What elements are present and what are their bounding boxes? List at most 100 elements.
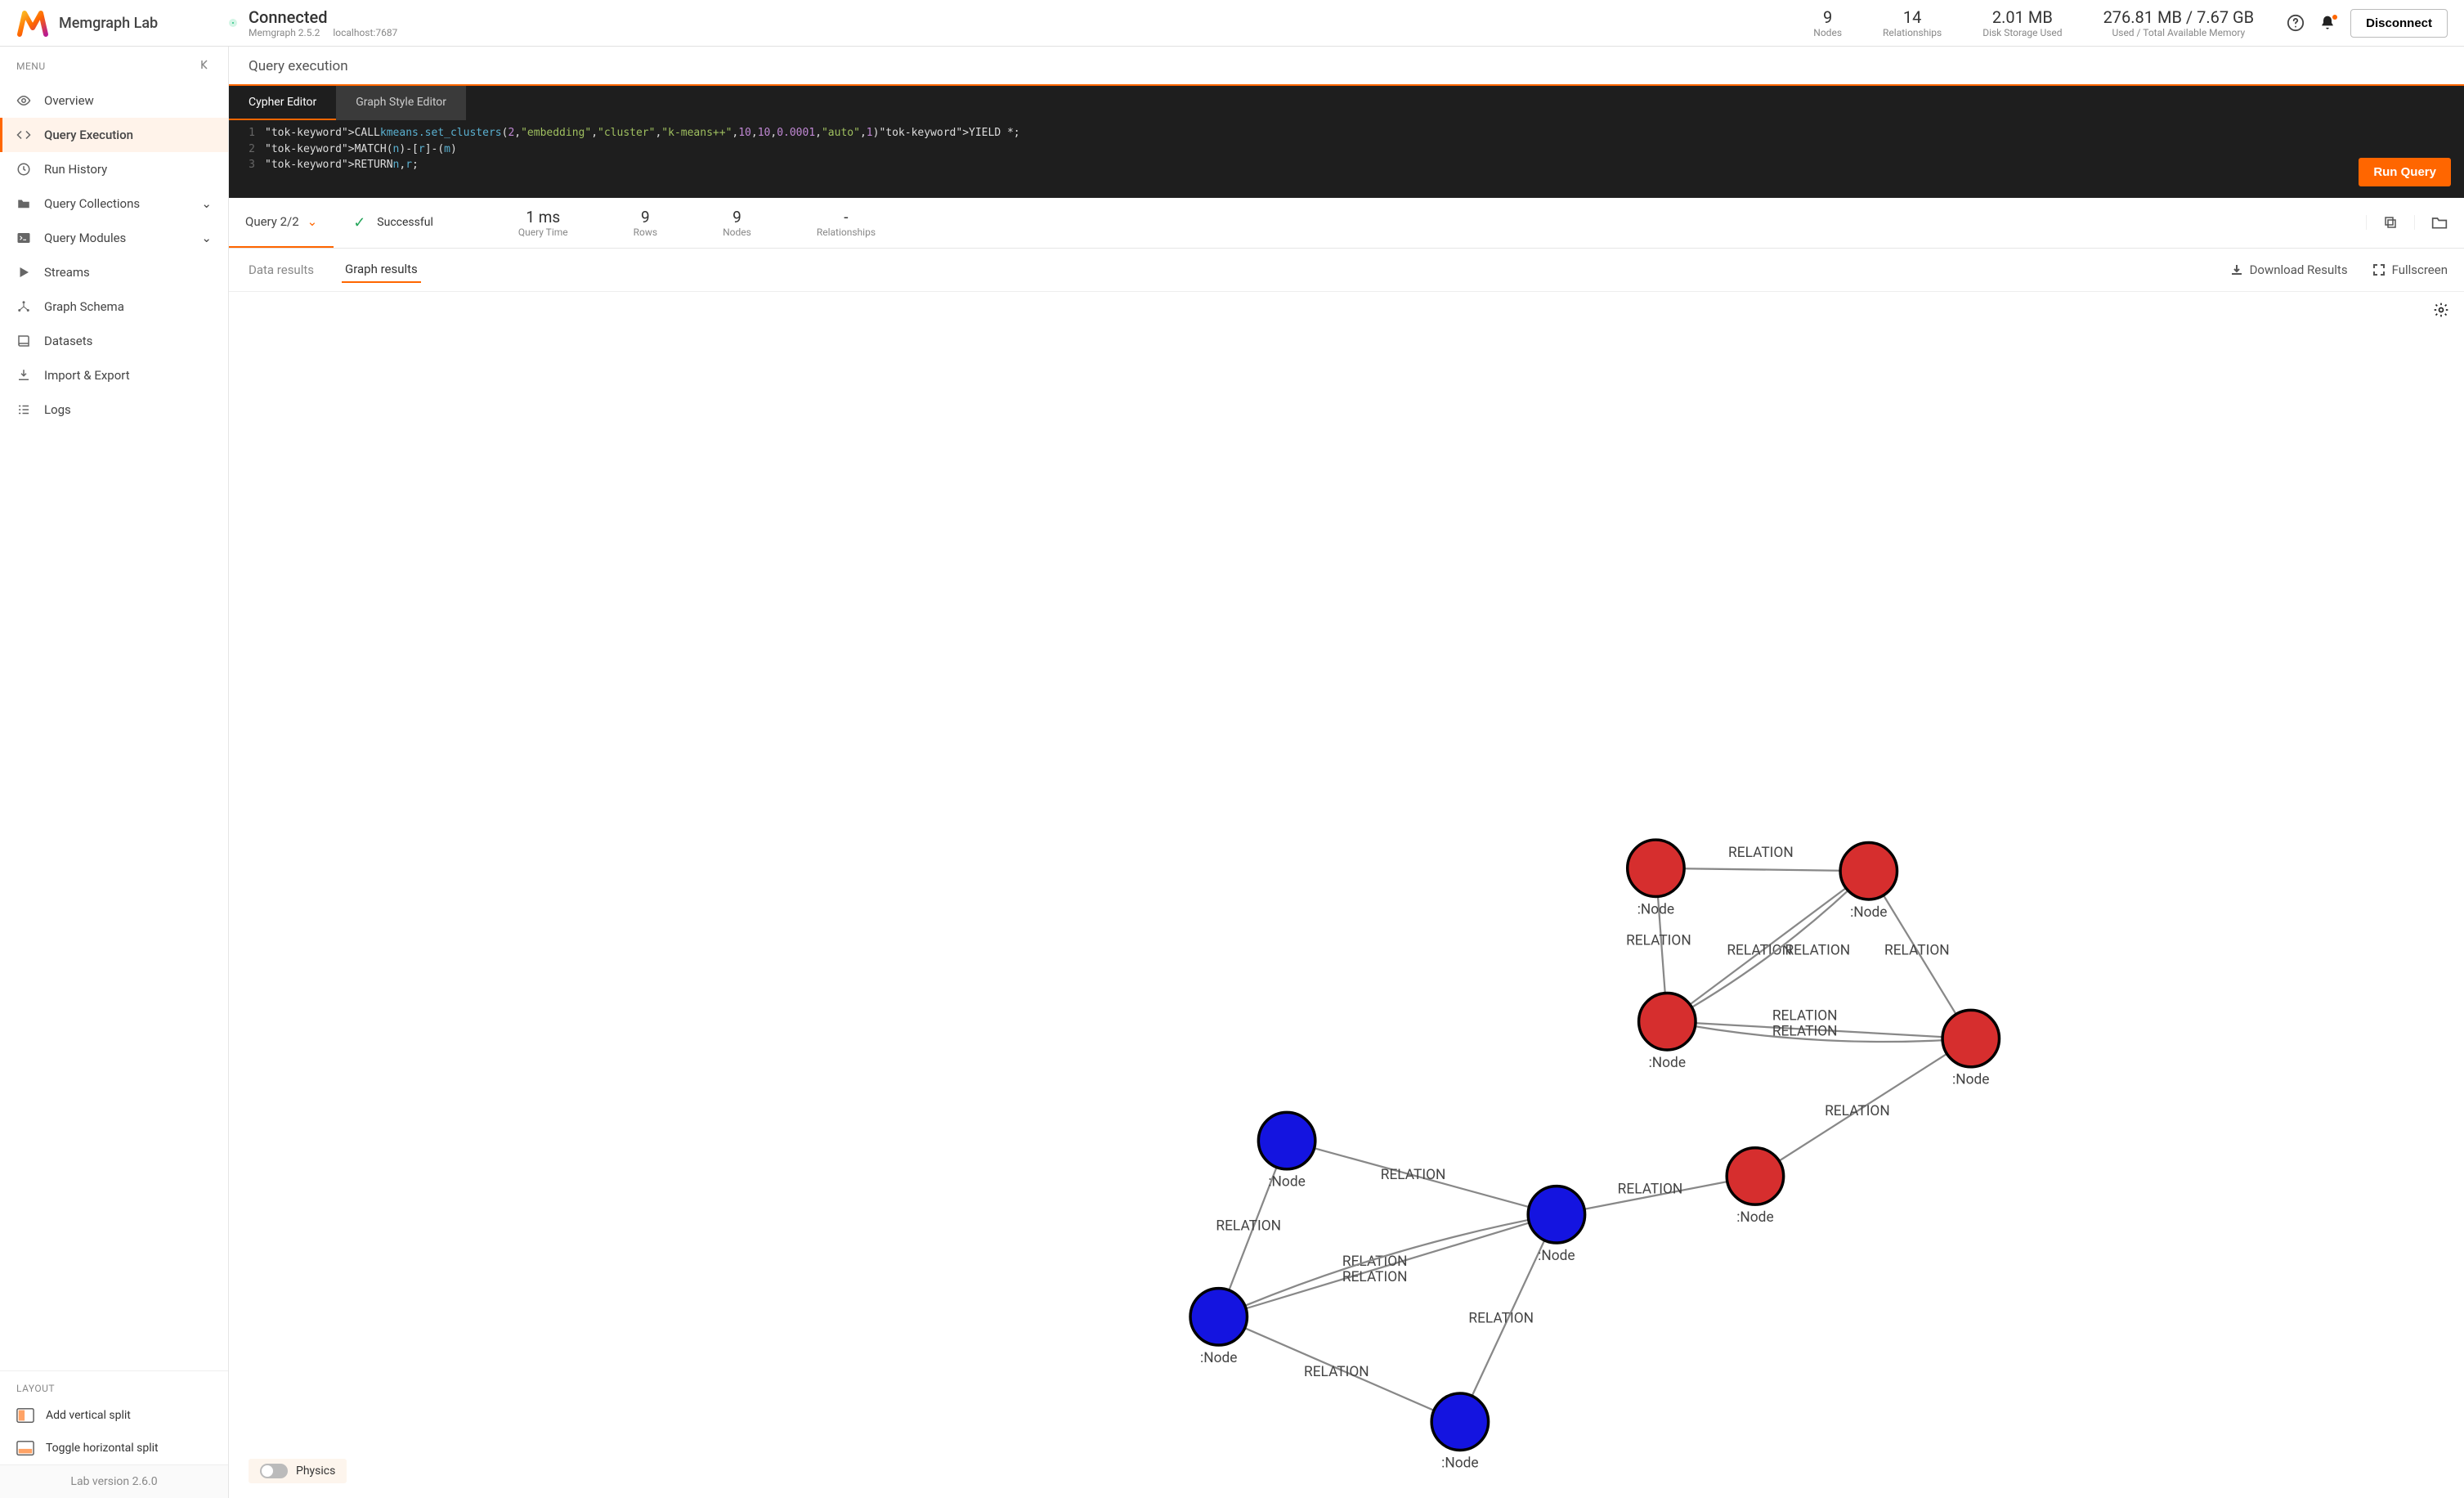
book-icon — [16, 334, 31, 348]
node-label: :Node — [1649, 1054, 1686, 1070]
graph-node[interactable] — [1942, 1010, 1999, 1066]
lab-version: Lab version 2.6.0 — [0, 1464, 228, 1498]
schema-icon — [16, 299, 31, 314]
history-icon — [16, 162, 31, 177]
graph-node[interactable] — [1190, 1288, 1247, 1344]
node-label: :Node — [1200, 1349, 1237, 1366]
disconnect-button[interactable]: Disconnect — [2350, 9, 2448, 38]
download-results-button[interactable]: Download Results — [2230, 262, 2348, 277]
stat-nodes-value: 9 — [1813, 7, 1842, 27]
sidebar: MENU OverviewQuery ExecutionRun HistoryQ… — [0, 47, 229, 1498]
run-query-button[interactable]: Run Query — [2359, 158, 2451, 186]
folder-icon — [16, 196, 31, 211]
toggle-switch-icon — [260, 1464, 288, 1478]
layout-horizontal-split[interactable]: Toggle horizontal split — [0, 1432, 228, 1464]
download-label: Download Results — [2250, 262, 2348, 277]
chevron-down-icon: ⌄ — [307, 214, 318, 229]
collapse-sidebar-button[interactable] — [199, 58, 212, 74]
horizontal-split-icon — [16, 1440, 34, 1456]
sidebar-item-label: Run History — [44, 162, 107, 177]
edge-label: RELATION — [1772, 1023, 1838, 1039]
edge-label: RELATION — [1626, 932, 1691, 949]
logo-block: Memgraph Lab — [16, 7, 221, 39]
query-selector-label: Query 2/2 — [245, 214, 299, 229]
editor-block: Cypher Editor Graph Style Editor 1"tok-k… — [229, 86, 2464, 198]
play-icon — [16, 265, 31, 280]
sidebar-item-datasets[interactable]: Datasets — [0, 324, 228, 358]
sidebar-item-query-modules[interactable]: Query Modules⌄ — [0, 221, 228, 255]
notifications-button[interactable] — [2319, 15, 2336, 31]
sidebar-item-label: Import & Export — [44, 368, 130, 383]
fullscreen-button[interactable]: Fullscreen — [2372, 262, 2448, 277]
node-label: :Node — [1268, 1173, 1305, 1190]
success-check-icon: ✓ — [353, 214, 365, 231]
graph-node[interactable] — [1528, 1186, 1584, 1242]
edge-label: RELATION — [1618, 1181, 1683, 1197]
physics-toggle[interactable]: Physics — [249, 1459, 347, 1483]
tab-data-results[interactable]: Data results — [245, 258, 317, 282]
tab-cypher-editor[interactable]: Cypher Editor — [229, 86, 336, 120]
sidebar-item-label: Streams — [44, 265, 90, 280]
sidebar-item-logs[interactable]: Logs — [0, 392, 228, 427]
edge-label: RELATION — [1468, 1310, 1534, 1326]
sidebar-item-run-history[interactable]: Run History — [0, 152, 228, 186]
header: Memgraph Lab Connected Memgraph 2.5.2 lo… — [0, 0, 2464, 47]
sidebar-item-graph-schema[interactable]: Graph Schema — [0, 289, 228, 324]
sidebar-item-query-collections[interactable]: Query Collections⌄ — [0, 186, 228, 221]
graph-settings-button[interactable] — [2433, 302, 2449, 321]
stat-rels-value: 14 — [1883, 7, 1942, 27]
sidebar-item-label: Graph Schema — [44, 299, 124, 314]
stat-memory-value: 276.81 MB / 7.67 GB — [2103, 7, 2255, 27]
sidebar-item-import-export[interactable]: Import & Export — [0, 358, 228, 392]
graph-node[interactable] — [1727, 1147, 1783, 1204]
node-label: :Node — [1538, 1247, 1575, 1263]
layout-vertical-split[interactable]: Add vertical split — [0, 1399, 228, 1432]
copy-button[interactable] — [2366, 215, 2414, 230]
help-icon — [2287, 14, 2305, 32]
folder-icon — [2431, 215, 2448, 230]
app-name: Memgraph Lab — [59, 15, 158, 32]
edge-label: RELATION — [1884, 942, 1950, 958]
graph-node[interactable] — [1840, 842, 1897, 899]
edge-label: RELATION — [1304, 1364, 1369, 1380]
graph-canvas[interactable]: RELATION RELATION RELATION RELATION RELATION… — [229, 292, 2464, 1498]
metric-rels-label: Relationships — [817, 226, 876, 238]
graph-node[interactable] — [1431, 1393, 1488, 1450]
node-label: :Node — [1850, 904, 1887, 920]
help-button[interactable] — [2287, 14, 2305, 32]
download-icon — [16, 368, 31, 383]
sidebar-item-label: Overview — [44, 93, 94, 108]
sidebar-item-label: Query Execution — [44, 128, 133, 142]
physics-label: Physics — [296, 1464, 335, 1478]
graph-node[interactable] — [1639, 993, 1696, 1049]
chevron-down-icon: ⌄ — [201, 231, 212, 245]
edge-label: RELATION — [1381, 1166, 1446, 1182]
notification-dot-icon — [2332, 15, 2337, 20]
collapse-icon — [199, 58, 212, 71]
fullscreen-label: Fullscreen — [2392, 262, 2448, 277]
sidebar-item-streams[interactable]: Streams — [0, 255, 228, 289]
open-folder-button[interactable] — [2414, 215, 2464, 230]
stat-disk-label: Disk Storage Used — [1982, 27, 2062, 38]
query-result-bar: Query 2/2 ⌄ ✓ Successful 1 msQuery Time … — [229, 198, 2464, 249]
cypher-editor[interactable]: 1"tok-keyword">CALL kmeans.set_clusters(… — [229, 120, 2464, 198]
gear-icon — [2433, 302, 2449, 318]
edge-label: RELATION — [1728, 844, 1794, 860]
download-icon — [2230, 263, 2243, 276]
node-label: :Node — [1736, 1209, 1773, 1226]
graph-edge[interactable] — [1655, 868, 1868, 870]
metric-rows-value: 9 — [634, 208, 657, 226]
code-icon — [16, 128, 31, 142]
sidebar-item-label: Datasets — [44, 334, 92, 348]
sidebar-item-query-execution[interactable]: Query Execution — [0, 118, 228, 152]
stat-rels-label: Relationships — [1883, 27, 1942, 38]
graph-node[interactable] — [1628, 840, 1684, 896]
graph-node[interactable] — [1258, 1112, 1315, 1168]
stat-nodes-label: Nodes — [1813, 27, 1842, 38]
tab-graph-results[interactable]: Graph results — [342, 257, 421, 283]
connection-status-block: Connected Memgraph 2.5.2 localhost:7687 — [229, 7, 397, 38]
sidebar-item-overview[interactable]: Overview — [0, 83, 228, 118]
query-selector[interactable]: Query 2/2 ⌄ — [229, 198, 334, 248]
tab-graph-style-editor[interactable]: Graph Style Editor — [336, 86, 466, 120]
layout-item-label: Add vertical split — [46, 1409, 131, 1422]
